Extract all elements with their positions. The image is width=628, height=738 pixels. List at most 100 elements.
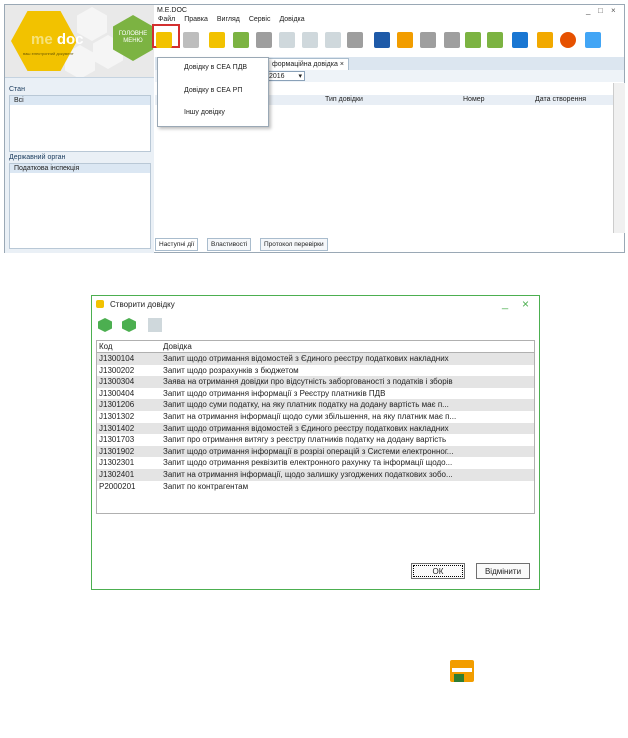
dialog-toolbar [92, 313, 539, 337]
menu-item-sea-rp[interactable]: Довідку в СЕА РП [184, 87, 242, 94]
add-doc-icon[interactable] [279, 32, 295, 48]
delete-icon[interactable] [209, 32, 225, 48]
reference-table: Код Довідка J1300104 Запит щодо отримання… [96, 340, 535, 514]
table-row[interactable]: J1301902 Запит щодо отримання інформації … [97, 445, 534, 458]
row-code: J1300404 [99, 388, 135, 398]
document-list-icon[interactable] [148, 318, 162, 332]
row-reference-name: Запит щодо отримання реквізитів електрон… [163, 458, 453, 468]
col-number[interactable]: Номер [463, 96, 485, 103]
row-reference-name: Запит на отримання інформації, щодо зали… [163, 470, 453, 479]
remove-doc-icon[interactable] [325, 32, 341, 48]
tab-info-reference[interactable]: формаційна довідка × [267, 58, 349, 70]
logo-panel: me doc ваш електронний документ ГОЛОВНЕ … [5, 5, 154, 77]
menu-help[interactable]: Довідка [279, 16, 304, 23]
refresh-icon[interactable] [487, 32, 503, 48]
ok-button[interactable]: ОК [411, 563, 465, 579]
folder-icon[interactable] [183, 32, 199, 48]
org-title: Державний орган [9, 154, 66, 161]
table-row[interactable]: J1301703 Запит про отримання витягу з реє… [97, 434, 534, 446]
book-icon[interactable] [233, 32, 249, 48]
minimize-icon[interactable]: _ [586, 6, 590, 15]
check-icon[interactable] [512, 32, 528, 48]
cancel-button[interactable]: Відмінити [476, 563, 530, 579]
table-row[interactable]: J1300202 Запит щодо розрахунків з бюджето… [97, 365, 534, 377]
medoc-window: me doc ваш електронний документ ГОЛОВНЕ … [4, 4, 625, 253]
row-code: J1301302 [99, 412, 135, 421]
row-reference-name: Запит по контрагентам [163, 481, 249, 491]
col-date[interactable]: Дата створення [535, 96, 586, 103]
org-item-tax[interactable]: Податкова інспекція [10, 164, 150, 173]
menu-view[interactable]: Вигляд [217, 16, 240, 23]
row-reference-name: Запит щодо суми податку, на яку платник … [163, 400, 449, 410]
logo-subtitle: ваш електронний документ [23, 51, 74, 56]
help-icon[interactable] [537, 32, 553, 48]
logo-text: me doc [31, 31, 84, 48]
close-icon[interactable]: × [611, 6, 616, 15]
table-row[interactable]: J1301206 Запит щодо суми податку, на яку … [97, 399, 534, 411]
mail-icon[interactable] [256, 32, 272, 48]
send-icon[interactable] [397, 32, 413, 48]
menu-item-other[interactable]: Іншу довідку [184, 109, 225, 116]
window-title: M.E.DOC [157, 7, 187, 14]
row-reference-name: Запит щодо отримання інформації в розріз… [163, 446, 454, 456]
table-row[interactable]: J1301402 Запит щодо отримання відомостей … [97, 422, 534, 435]
sign-icon[interactable] [465, 32, 481, 48]
menu-service[interactable]: Сервіс [249, 16, 271, 23]
state-title: Стан [9, 86, 25, 93]
row-code: J1302301 [99, 458, 135, 468]
search-icon[interactable] [98, 318, 112, 332]
row-reference-name: Запит про отримання витягу з реєстру пла… [163, 435, 447, 445]
menu-file[interactable]: Файл [158, 16, 175, 23]
tab-next-actions[interactable]: Наступні дії [155, 238, 199, 251]
table-row[interactable]: J1300304 Заява на отримання довідки про в… [97, 376, 534, 388]
table-row[interactable]: J1302401 Запит на отримання інформації, щ… [97, 469, 534, 481]
chat-icon[interactable] [560, 32, 576, 48]
search-doc-icon[interactable] [302, 32, 318, 48]
col-code[interactable]: Код [99, 342, 113, 351]
table-row[interactable]: J1300104 Запит щодо отримання відомостей … [97, 353, 534, 365]
col-type[interactable]: Тип довідки [325, 96, 363, 103]
state-item-all[interactable]: Всі [10, 96, 150, 105]
row-reference-name: Заява на отримання довідки про відсутніс… [163, 377, 453, 387]
row-code: J1301902 [99, 446, 135, 456]
row-reference-name: Запит щодо отримання інформації з Реєстр… [163, 388, 386, 398]
print-icon[interactable] [374, 32, 390, 48]
close-icon[interactable]: × [522, 297, 529, 311]
state-list: Всі [9, 95, 151, 152]
menu-edit[interactable]: Правка [184, 16, 208, 23]
create-document-icon[interactable] [156, 32, 172, 48]
title-bar: M.E.DOC _ □ × [155, 5, 624, 16]
network-icon[interactable] [585, 32, 601, 48]
upload-icon[interactable] [420, 32, 436, 48]
chevron-down-icon: ▾ [298, 73, 302, 80]
menu-bar: Файл Правка Вигляд Сервіс Довідка [155, 16, 624, 27]
tab-properties[interactable]: Властивості [207, 238, 252, 251]
row-reference-name: Запит щодо отримання відомостей з Єдиног… [163, 423, 449, 433]
main-menu-label[interactable]: ГОЛОВНЕ МЕНЮ [117, 31, 149, 45]
comment-icon[interactable] [444, 32, 460, 48]
app-icon [96, 300, 104, 308]
col-reference[interactable]: Довідка [163, 342, 192, 351]
mail-icon[interactable] [122, 318, 136, 332]
table-row[interactable]: J1301302 Запит на отримання інформації що… [97, 411, 534, 423]
table-row[interactable]: J1300404 Запит щодо отримання інформації … [97, 388, 534, 400]
row-code: J1300304 [99, 377, 135, 387]
create-reference-dialog: Створити довідку _ × Код Довідка J130010… [91, 295, 540, 590]
row-reference-name: Запит щодо отримання відомостей з Єдиног… [163, 354, 449, 363]
row-code: J1300104 [99, 354, 135, 363]
table-row[interactable]: P2000201 Запит по контрагентам [97, 481, 534, 493]
row-reference-name: Запит на отримання інформації щодо суми … [163, 412, 457, 421]
table-row[interactable]: J1302301 Запит щодо отримання реквізитів … [97, 457, 534, 469]
tab-close-icon[interactable]: × [340, 61, 344, 68]
vertical-scrollbar[interactable] [613, 83, 625, 233]
year-select[interactable]: 2016 ▾ [265, 71, 305, 81]
org-list: Податкова інспекція [9, 163, 151, 249]
send-package-icon [448, 656, 476, 686]
row-code: J1301206 [99, 400, 135, 410]
archive-icon[interactable] [347, 32, 363, 48]
tab-check-protocol[interactable]: Протокол перевірки [260, 238, 328, 251]
menu-item-sea-pdv[interactable]: Довідку в СЕА ПДВ [184, 64, 247, 71]
maximize-icon[interactable]: □ [598, 6, 603, 15]
minimize-icon[interactable]: _ [502, 298, 508, 310]
year-value: 2016 [269, 73, 285, 80]
